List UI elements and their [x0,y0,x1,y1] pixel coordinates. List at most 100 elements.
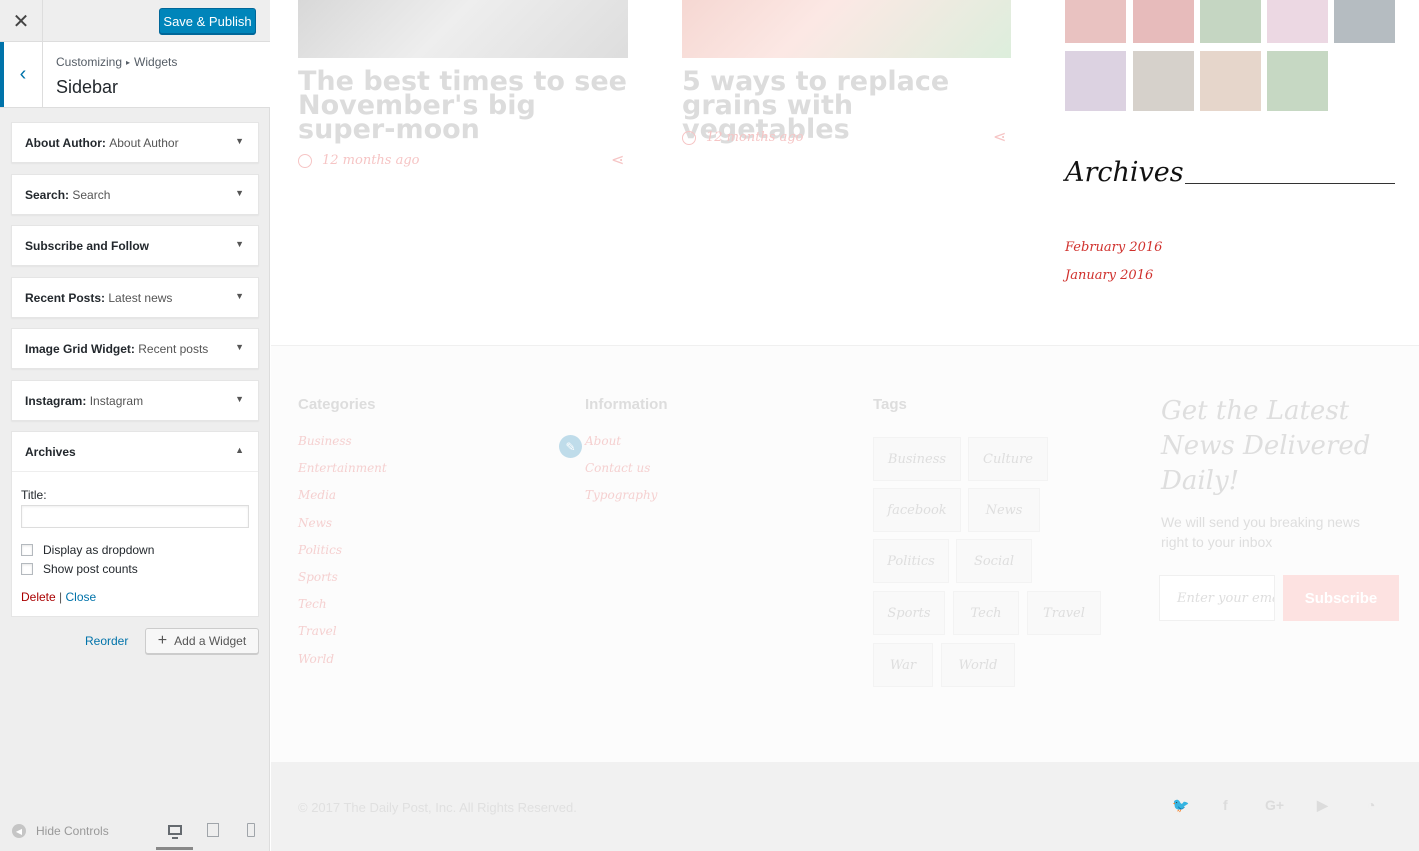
widget-name: Instagram [25,394,83,408]
close-customizer-icon[interactable]: ✕ [0,0,43,42]
tag-link[interactable]: Tech [953,591,1019,635]
facebook-icon[interactable]: f [1223,797,1228,813]
grid-image[interactable] [1200,0,1261,43]
grid-image[interactable] [1065,51,1126,111]
twitter-icon[interactable]: 🐦 [1172,797,1189,814]
action-separator: | [59,590,63,604]
reorder-link[interactable]: Reorder [85,634,128,648]
widget-subscribe-follow[interactable]: Subscribe and Follow ▼ [11,225,259,266]
newsletter-text: We will send you breaking news right to … [1161,514,1360,550]
close-link[interactable]: Close [66,590,97,604]
heading-divider [1185,183,1395,184]
archive-link[interactable]: February 2016 [1065,240,1162,255]
grid-image[interactable] [1267,51,1328,111]
info-link[interactable]: About [585,434,657,461]
site-footer-bar: © 2017 The Daily Post, Inc. All Rights R… [271,762,1419,851]
show-counts-label: Show post counts [43,562,138,576]
breadcrumb-separator-icon: ▸ [126,58,131,67]
mobile-preview-icon[interactable] [246,822,256,838]
grid-image[interactable] [1133,51,1194,111]
category-link[interactable]: News [298,516,387,543]
grid-image[interactable] [1065,0,1126,43]
display-dropdown-checkbox[interactable] [21,544,33,556]
category-link[interactable]: Business [298,434,387,461]
expand-arrow-icon[interactable]: ▼ [235,291,244,301]
breadcrumb-root: Customizing [56,55,123,69]
grid-image[interactable] [1334,0,1395,43]
back-arrow-icon[interactable]: ‹ [0,42,43,107]
category-link[interactable]: Sports [298,570,387,597]
widget-actions: Delete | Close [21,590,96,604]
category-link[interactable]: World [298,652,387,679]
info-link[interactable]: Contact us [585,461,657,488]
edit-shortcut-icon[interactable]: ✎ [559,435,582,458]
tag-link[interactable]: Travel [1027,591,1101,635]
site-footer-widgets: Categories Business Entertainment Media … [271,345,1419,762]
share-icon[interactable]: ⋖ [611,150,624,170]
grid-image[interactable] [1267,0,1328,43]
archive-link[interactable]: January 2016 [1065,268,1153,283]
tablet-preview-icon[interactable] [206,822,220,838]
widget-archives-header[interactable]: Archives ▲ [12,432,258,472]
widget-name: Subscribe and Follow [25,239,150,253]
widget-subtitle: Search [72,188,111,202]
display-dropdown-label: Display as dropdown [43,543,155,557]
tag-link[interactable]: Politics [873,539,949,583]
tag-link[interactable]: Sports [873,591,945,635]
desktop-preview-icon[interactable] [166,822,184,839]
breadcrumb: Customizing ▸ Widgets [56,55,177,69]
youtube-icon[interactable]: ▶ [1317,797,1328,814]
post-thumbnail[interactable] [298,0,628,58]
category-link[interactable]: Media [298,488,387,515]
grid-image[interactable] [1200,51,1261,111]
collapse-arrow-icon[interactable]: ▲ [235,445,244,455]
add-widget-button[interactable]: + Add a Widget [145,628,259,654]
widget-subtitle: About Author [109,136,179,150]
category-link[interactable]: Travel [298,624,387,651]
category-link[interactable]: Entertainment [298,461,387,488]
widget-name: Image Grid Widget [25,342,131,356]
tag-link[interactable]: War [873,643,933,687]
show-counts-checkbox[interactable] [21,563,33,575]
title-input[interactable] [21,505,249,528]
tag-link[interactable]: World [941,643,1015,687]
widget-recent-posts[interactable]: Recent Posts: Latest news ▼ [11,277,259,318]
newsletter-heading: Get the Latest News Delivered Daily! [1161,396,1371,496]
save-publish-button[interactable]: Save & Publish [159,8,256,34]
subscribe-button[interactable]: Subscribe [1283,575,1399,621]
delete-link[interactable]: Delete [21,590,56,604]
tag-link[interactable]: Culture [968,437,1048,481]
google-plus-icon[interactable]: G+ [1265,797,1284,813]
share-icon[interactable]: ⋖ [993,127,1006,147]
category-link[interactable]: Tech [298,597,387,624]
hide-controls-button[interactable]: ◀ Hide Controls [12,824,109,838]
post-date: 12 months ago [682,130,804,145]
expand-arrow-icon[interactable]: ▼ [235,342,244,352]
tag-link[interactable]: Business [873,437,961,481]
tag-link[interactable]: facebook [873,488,961,532]
information-heading: Information [585,396,668,413]
expand-arrow-icon[interactable]: ▼ [235,136,244,146]
widget-about-author[interactable]: About Author: About Author ▼ [11,122,259,163]
expand-arrow-icon[interactable]: ▼ [235,394,244,404]
section-title: Sidebar [56,77,119,97]
grid-image[interactable] [1133,0,1194,43]
newsletter-email-input[interactable]: Enter your email [1159,575,1275,621]
rss-icon[interactable]: ◔ [1367,797,1375,813]
widget-search[interactable]: Search: Search ▼ [11,174,259,215]
post-thumbnail[interactable] [682,0,1011,58]
widget-title: Instagram: Instagram [25,394,144,408]
widget-image-grid[interactable]: Image Grid Widget: Recent posts ▼ [11,328,259,369]
widget-instagram[interactable]: Instagram: Instagram ▼ [11,380,259,421]
widget-name: About Author [25,136,102,150]
post-title[interactable]: The best times to see November's big sup… [298,68,638,143]
tag-link[interactable]: News [968,488,1040,532]
post-date-text: 12 months ago [322,153,420,168]
display-dropdown-option[interactable]: Display as dropdown [21,543,154,557]
expand-arrow-icon[interactable]: ▼ [235,188,244,198]
show-counts-option[interactable]: Show post counts [21,562,138,576]
category-link[interactable]: Politics [298,543,387,570]
info-link[interactable]: Typography [585,488,657,515]
tag-link[interactable]: Social [956,539,1032,583]
expand-arrow-icon[interactable]: ▼ [235,239,244,249]
